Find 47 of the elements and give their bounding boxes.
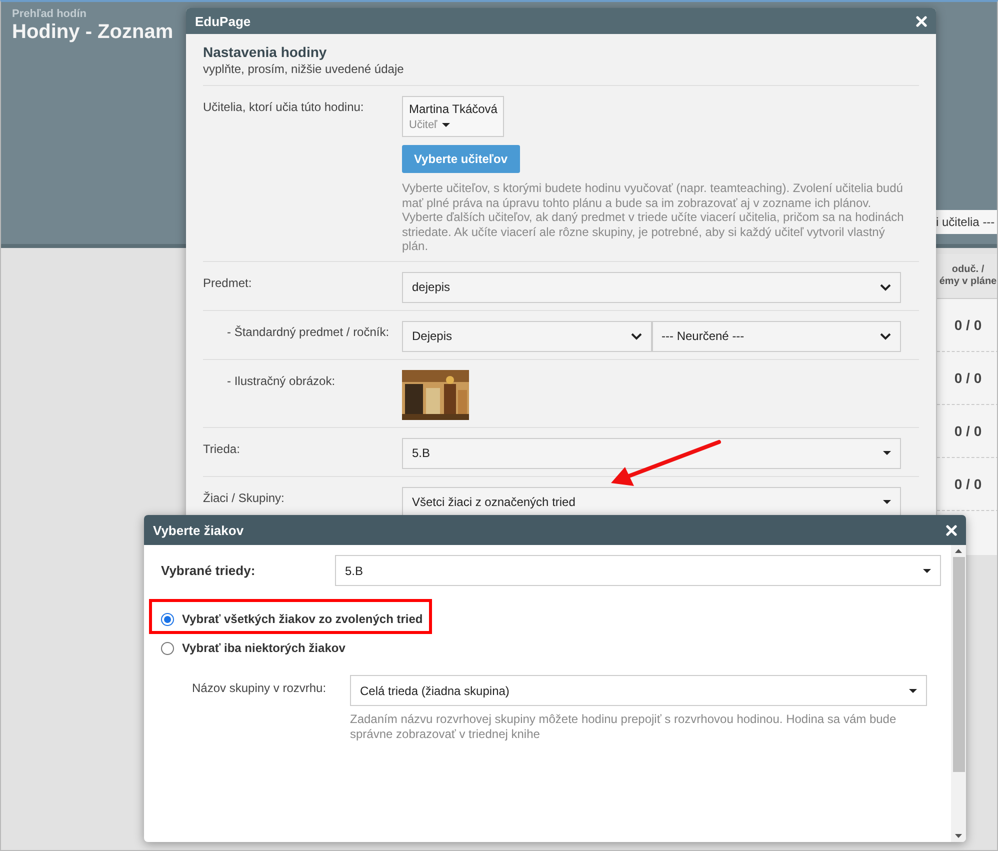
radio-option[interactable]: Vybrať iba niektorých žiakov	[161, 641, 941, 655]
dropdown[interactable]: --- Neurčené ---	[652, 320, 901, 352]
page-subtitle: Prehľad hodín	[12, 8, 87, 20]
dropdown[interactable]: 5.B	[402, 438, 901, 468]
scroll-down-icon[interactable]	[955, 834, 962, 838]
scroll-up-icon[interactable]	[955, 549, 962, 553]
caret-icon	[442, 123, 450, 127]
caret-icon	[883, 500, 891, 504]
dropdown[interactable]: Celá trieda (žiadna skupina)	[350, 675, 927, 706]
scrollbar[interactable]	[951, 545, 966, 842]
page-title: Hodiny - Zoznam	[12, 21, 174, 44]
caret-icon	[883, 451, 891, 455]
section-heading: Nastavenia hodiny	[203, 44, 328, 60]
dropdown[interactable]: dejepis	[402, 272, 901, 302]
dropdown[interactable]: 5.B	[335, 555, 941, 586]
table-cell: 0 / 0	[937, 458, 997, 511]
field-label: - Ilustračný obrázok:	[226, 372, 336, 390]
radio-option[interactable]: Vybrať všetkých žiakov zo zvolených tried	[161, 612, 941, 626]
chevron-icon	[630, 332, 642, 340]
table-cell: 0 / 0	[937, 352, 997, 405]
radio-button[interactable]	[161, 612, 174, 626]
teacher-name: Martina Tkáčová	[409, 102, 498, 116]
close-icon[interactable]	[946, 524, 957, 536]
field-label: Názov skupiny v rozvrhu:	[192, 680, 328, 697]
chevron-icon	[880, 332, 891, 340]
chevron-icon	[880, 284, 891, 290]
caret-icon	[923, 568, 931, 572]
field-label: Vybrané triedy:	[161, 563, 256, 578]
field-label: Trieda:	[203, 440, 241, 458]
field-label: Učitelia, ktorí učia túto hodinu:	[203, 99, 365, 116]
filter-dropdown[interactable]: i učitelia ---	[936, 210, 997, 234]
field-label: - Štandardný predmet / ročník:	[226, 324, 390, 340]
help-text: Zadaním názvu rozvrhovej skupiny môžete hodinu prepojiť s rozvrhovou hodinou. Hodina sa vám bude správne zobrazovať v triednej knihe	[350, 712, 898, 741]
dialog-title: EduPage	[195, 14, 251, 28]
field-label: Žiaci / Skupiny:	[203, 490, 286, 506]
help-text: Vyberte učiteľov, s ktorými budete hodinu vyučovať (napr. teamteaching). Zvolení učitelia budú mať plné práva na úpravu tohto plánu a bude sa im zobrazovať aj v zozname ich plánov. Vyberte ďalších učiteľov, ak daný predmet v triede učíte viacerí učitelia, pričom sa na hodinách striedate. Ak učíte viacerí ale rôzne skupiny, je potrebné, aby si každý učiteľ vytvoril vlastný plán.	[402, 181, 905, 254]
section-subheading: vyplňte, prosím, nižšie uvedené údaje	[203, 62, 405, 76]
field-label: Predmet:	[203, 274, 253, 292]
table-cell: 0 / 0	[937, 405, 997, 458]
caret-icon	[909, 688, 917, 692]
dialog-title: Vyberte žiakov	[153, 522, 244, 538]
column-header: oduč. / émy v pláne	[937, 254, 997, 299]
table-cell: 0 / 0	[937, 299, 997, 352]
dropdown[interactable]: Dejepis	[402, 320, 652, 352]
close-icon[interactable]	[916, 16, 927, 26]
radio-button[interactable]	[161, 642, 174, 654]
dropdown[interactable]: Všetci žiaci z označených tried	[402, 486, 901, 518]
